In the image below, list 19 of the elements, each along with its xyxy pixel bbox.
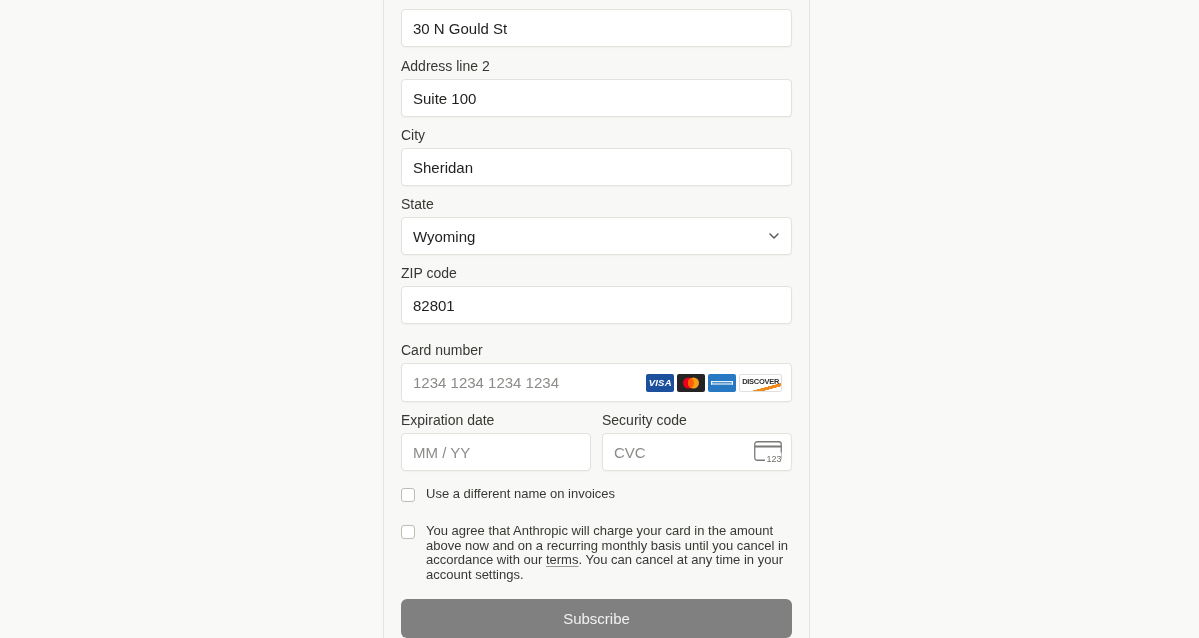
field-label: Security code <box>602 412 688 429</box>
checkbox[interactable] <box>401 488 415 502</box>
city-field[interactable]: Sheridan <box>401 148 792 186</box>
checkbox[interactable] <box>401 525 415 539</box>
state-select[interactable]: Wyoming <box>401 217 792 255</box>
field-label: State <box>401 196 435 213</box>
card-code-icon: 123 <box>754 441 782 463</box>
field-label: Address line 2 <box>401 58 491 75</box>
chevron-down-icon <box>769 233 779 239</box>
field-label: Card number <box>401 342 484 359</box>
field-label: ZIP code <box>401 265 458 282</box>
zip-code-field[interactable]: 82801 <box>401 286 792 324</box>
address-line-field[interactable]: 30 N Gould St <box>401 9 792 47</box>
expiration-date-field[interactable]: MM / YY <box>401 433 591 471</box>
agreement-text: You agree that Anthropic will charge your card in the amount above now and on a recurring monthly basis until you cancel in accordance with our terms. You can cancel at any time in your account settings. <box>426 524 790 582</box>
field-label: Expiration date <box>401 412 496 429</box>
checkbox-label: Use a different name on invoices <box>426 487 616 502</box>
field-label: City <box>401 127 427 144</box>
address-line-field[interactable]: Suite 100 <box>401 79 792 117</box>
